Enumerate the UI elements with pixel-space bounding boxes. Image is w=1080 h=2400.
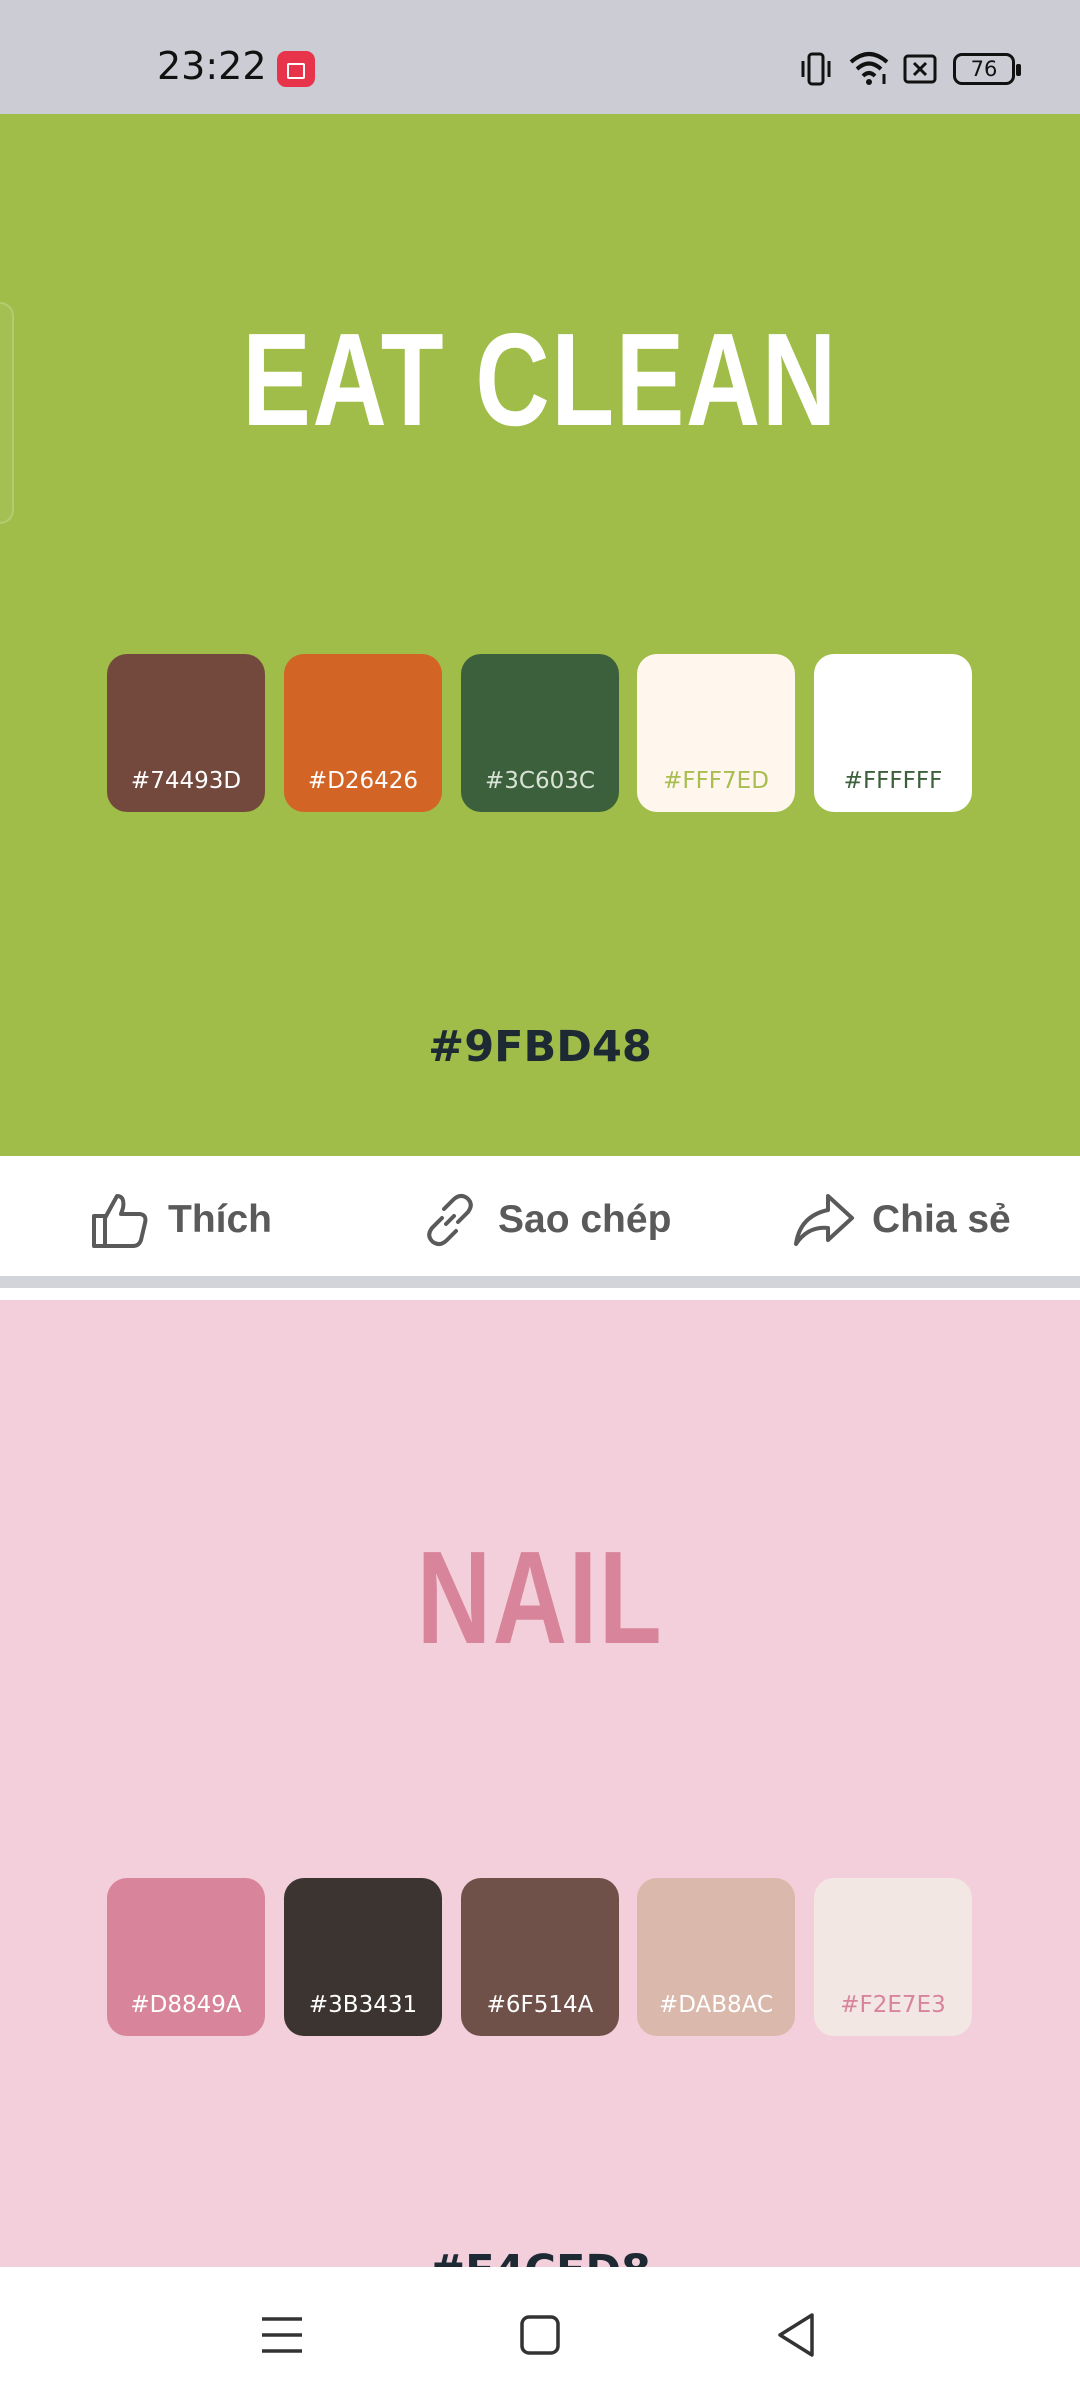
palette-title: NAIL [416,1524,664,1671]
color-swatch[interactable]: #F2E7E3 [814,1878,972,2036]
color-swatch[interactable]: #3B3431 [284,1878,442,2036]
share-arrow-icon [794,1194,854,1246]
battery-level: 76 [970,57,998,81]
color-swatch[interactable]: #6F514A [461,1878,619,2036]
no-sim-icon [903,54,937,84]
swatch-hex-label: #D8849A [130,1992,242,2018]
palette-title: EAT CLEAN [242,306,838,453]
swatch-hex-label: #74493D [130,768,242,794]
wifi-icon [849,52,889,85]
palette-background-hex[interactable]: #F4CFD8 [0,2246,1080,2267]
thumbs-up-icon [92,1194,148,1248]
battery-icon: 76 [953,53,1021,85]
palette-card-nail[interactable]: NAIL #D8849A #3B3431 #6F514A #DAB8AC #F2… [0,1300,1080,2267]
action-bar: Thích Sao chép Chia sẻ [0,1156,1080,1288]
swatch-row: #D8849A #3B3431 #6F514A #DAB8AC #F2E7E3 [107,1878,973,2036]
swatch-hex-label: #F2E7E3 [840,1992,946,2018]
screen-record-icon [277,51,315,87]
palette-background-hex[interactable]: #9FBD48 [0,1022,1080,1072]
status-time: 23:22 [157,44,267,88]
navigation-bar [0,2267,1080,2400]
swatch-hex-label: #DAB8AC [658,1992,774,2018]
edge-handle[interactable] [0,302,14,524]
color-swatch[interactable]: #FFF7ED [637,654,795,812]
swatch-hex-label: #FFFFFF [843,768,943,794]
status-bar: 23:22 76 [0,0,1080,114]
vibrate-icon [801,52,831,86]
swatch-hex-label: #D26426 [307,768,419,794]
color-swatch[interactable]: #DAB8AC [637,1878,795,2036]
palette-card-eat-clean[interactable]: EAT CLEAN #74493D #D26426 #3C603C #FFF7E… [0,114,1080,1156]
swatch-hex-label: #6F514A [486,1992,594,2018]
copy-label: Sao chép [498,1198,672,1241]
color-swatch[interactable]: #3C603C [461,654,619,812]
copy-button[interactable]: Sao chép [418,1188,671,1252]
link-icon [427,1193,473,1247]
home-icon[interactable] [512,2307,568,2363]
share-button[interactable]: Chia sẻ [792,1188,1011,1252]
swatch-hex-label: #3C603C [485,768,595,794]
color-swatch[interactable]: #D26426 [284,654,442,812]
color-swatch[interactable]: #FFFFFF [814,654,972,812]
like-button[interactable]: Thích [88,1188,272,1252]
swatch-hex-label: #3B3431 [308,1992,418,2018]
swatch-hex-label: #FFF7ED [663,768,769,794]
menu-icon[interactable] [254,2307,310,2363]
color-swatch[interactable]: #74493D [107,654,265,812]
like-label: Thích [168,1198,272,1241]
swatch-row: #74493D #D26426 #3C603C #FFF7ED #FFFFFF [107,654,973,812]
status-icons: 76 [780,0,1080,114]
back-icon[interactable] [768,2307,824,2363]
share-label: Chia sẻ [872,1198,1011,1241]
color-swatch[interactable]: #D8849A [107,1878,265,2036]
